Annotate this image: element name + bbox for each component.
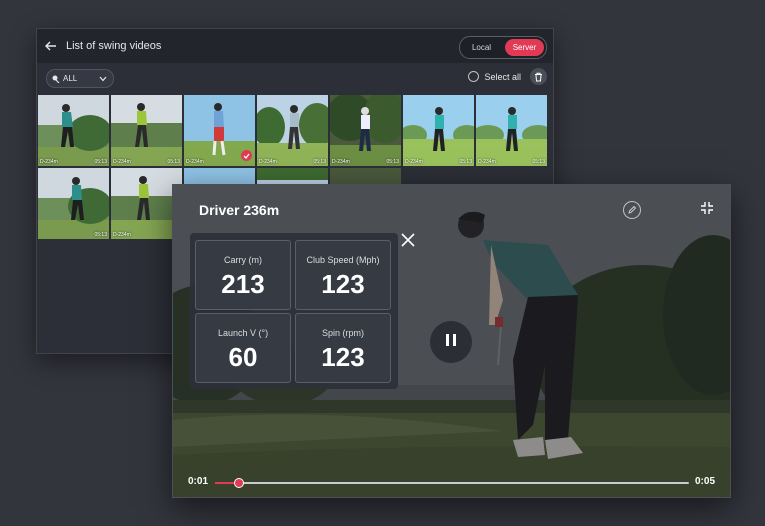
thumb-label: D-234m [186,159,204,165]
close-icon[interactable] [401,233,415,247]
seek-bar[interactable] [215,478,689,488]
stat-value: 213 [221,269,265,299]
video-thumbnail[interactable]: D-234m 05:13 [111,95,182,166]
local-server-toggle: Local Server [459,36,547,59]
select-all[interactable]: Select all [468,71,521,82]
stat-value: 123 [321,269,365,299]
trash-icon[interactable] [530,68,547,85]
current-time: 0:01 [188,476,209,487]
duration: 0:05 [695,476,716,487]
thumb-label: D-234m [405,159,423,165]
shot-stats-panel: Carry (m) 213 Club Speed (Mph) 123 Launc… [190,233,398,389]
stat-value: 60 [228,342,258,372]
thumb-label: D-234m [332,159,350,165]
stat-label: Club Speed (Mph) [306,255,380,265]
collapse-icon[interactable] [700,201,714,215]
video-thumbnail[interactable]: D-234m 05:13 [403,95,474,166]
library-toolbar: ALL Select all [37,63,553,91]
thumb-label: D-234m [113,159,131,165]
filter-dropdown[interactable]: ALL [46,69,114,88]
thumb-duration: 05:13 [313,159,326,165]
thumb-duration: 05:13 [532,159,545,165]
video-thumbnail[interactable]: D-234m 05:13 [257,95,328,166]
seek-handle[interactable] [233,478,244,488]
thumb-label: D-234m [113,232,131,238]
select-all-radio[interactable] [468,71,480,82]
filter-icon [52,75,60,83]
stat-value: 123 [321,342,365,372]
library-title: List of swing videos [66,40,162,52]
filter-value: ALL [63,74,78,83]
video-thumbnail[interactable]: D-234m 05:13 [476,95,547,166]
thumb-duration: 05:13 [386,159,399,165]
thumb-duration: 05:13 [167,159,180,165]
video-thumbnail[interactable]: 05:13 [38,168,109,239]
thumb-duration: 05:13 [94,159,107,165]
thumb-duration: 05:13 [459,159,472,165]
toggle-server[interactable]: Server [505,39,544,56]
video-player: Driver 236m Carry (m) 213 Club Speed (Mp… [172,184,731,498]
chevron-down-icon [99,75,107,82]
arrow-left-icon[interactable] [45,39,59,53]
edit-icon[interactable] [623,201,641,219]
video-thumbnail[interactable]: D-234m 05:13 [330,95,401,166]
stat-label: Carry (m) [224,255,262,265]
toggle-local[interactable]: Local [462,39,501,56]
library-header: List of swing videos Local Server [37,29,553,63]
stat-launch-v: Launch V (°) 60 [195,313,291,383]
selected-check-icon[interactable] [241,150,252,161]
stat-spin: Spin (rpm) 123 [295,313,391,383]
thumb-label: D-234m [259,159,277,165]
stat-label: Launch V (°) [217,328,269,338]
pause-icon [445,333,457,352]
thumb-label: D-234m [478,159,496,165]
stat-carry: Carry (m) 213 [195,240,291,310]
stat-club-speed: Club Speed (Mph) 123 [295,240,391,310]
select-all-label: Select all [484,71,521,82]
player-title: Driver 236m [199,202,280,218]
thumb-label: D-234m [40,159,58,165]
video-thumbnail[interactable]: D-234m [184,95,255,166]
pause-button[interactable] [430,321,472,363]
thumb-duration: 05:13 [94,232,107,238]
stat-label: Spin (rpm) [321,328,364,338]
video-thumbnail[interactable]: D-234m 05:13 [38,95,109,166]
